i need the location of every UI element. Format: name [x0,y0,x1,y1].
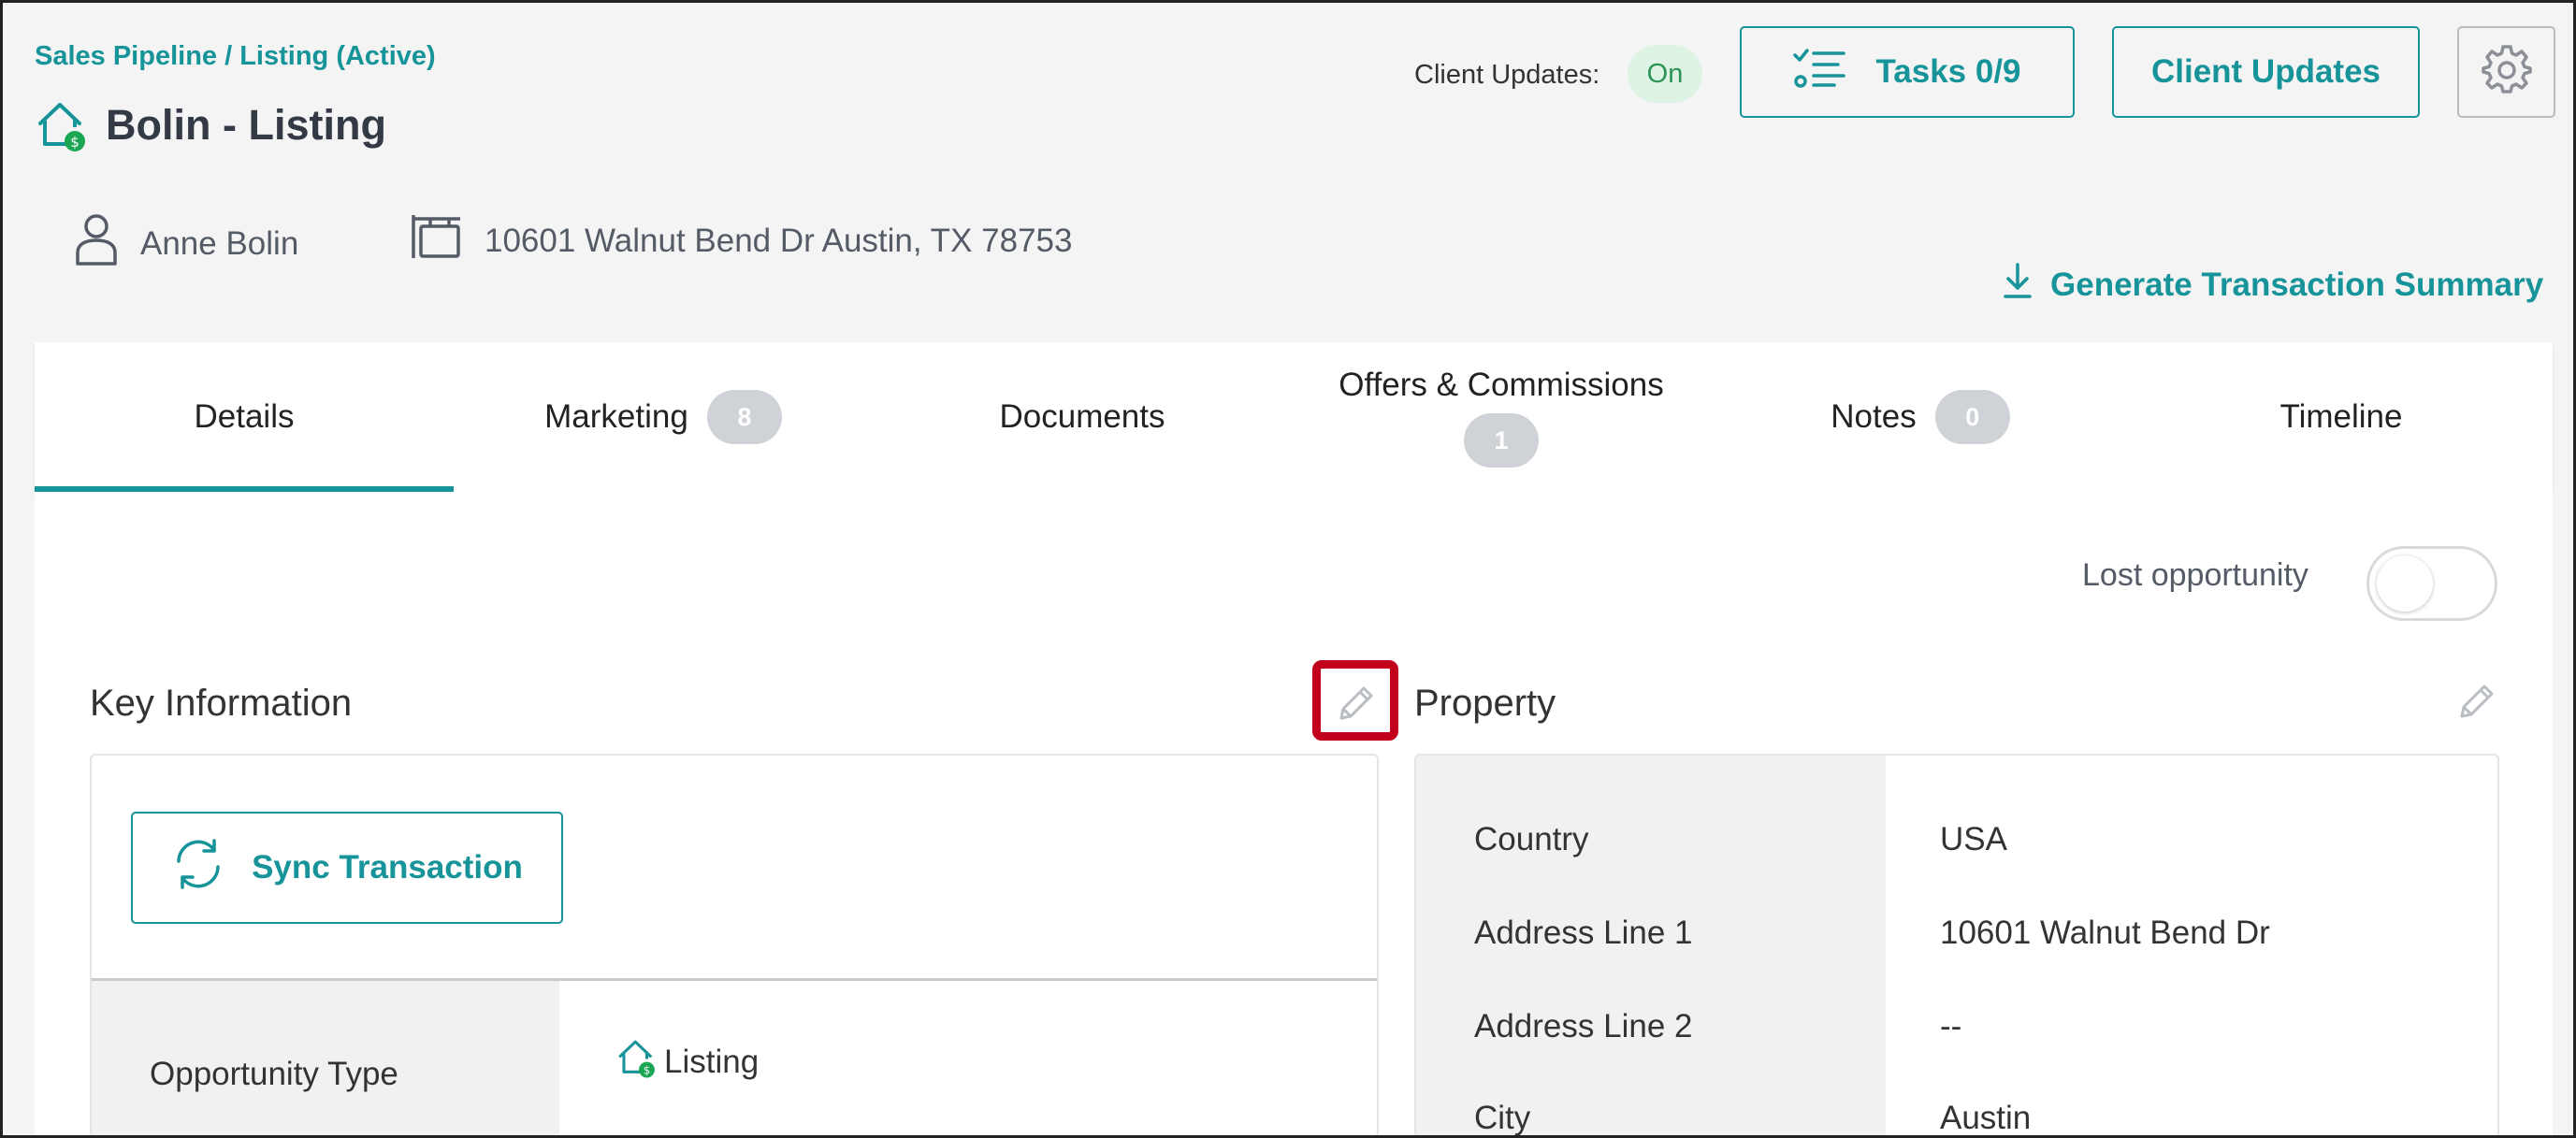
sync-transaction-button[interactable]: Sync Transaction [131,812,563,924]
house-dollar-icon: $ [615,1036,657,1088]
property-address: 10601 Walnut Bend Dr Austin, TX 78753 [485,222,1073,259]
page-title-row: $ Bolin - Listing [35,97,386,153]
breadcrumb-separator: / [217,41,240,71]
tab-marketing[interactable]: Marketing 8 [454,342,873,492]
client-updates-status-badge[interactable]: On [1628,45,1702,103]
tab-label: Offers & Commissions [1339,367,1664,403]
breadcrumb-current[interactable]: Listing (Active) [239,41,435,71]
client-name: Anne Bolin [140,224,299,262]
offers-count-badge: 1 [1464,413,1539,468]
opportunity-type-label: Opportunity Type [150,1056,398,1092]
edit-highlight-marker [1312,660,1398,741]
svg-text:$: $ [644,1064,650,1077]
address-line-1-value: 10601 Walnut Bend Dr [1940,915,2270,951]
generate-transaction-summary-label: Generate Transaction Summary [2050,266,2544,303]
property-address-header: 10601 Walnut Bend Dr Austin, TX 78753 [410,213,1072,268]
tab-notes[interactable]: Notes 0 [1711,342,2130,492]
client-contact[interactable]: Anne Bolin [75,213,298,274]
sync-icon [171,837,225,900]
toggle-knob [2377,555,2433,612]
tab-label: Notes [1831,398,1917,435]
sign-icon [410,213,462,268]
lost-opportunity-toggle[interactable] [2366,546,2497,621]
generate-transaction-summary-link[interactable]: Generate Transaction Summary [2002,262,2543,308]
download-icon [2002,262,2033,308]
page-title: Bolin - Listing [106,101,386,149]
house-dollar-icon: $ [35,97,87,153]
client-updates-button[interactable]: Client Updates [2112,26,2420,118]
tab-label: Timeline [2279,398,2403,435]
address-line-2-value: -- [1940,1008,1962,1044]
client-updates-label: Client Updates: [1414,60,1600,90]
pencil-icon[interactable] [2454,679,2499,724]
address-line-2-label: Address Line 2 [1474,1008,1693,1044]
tasks-button[interactable]: Tasks 0/9 [1740,26,2075,118]
tab-timeline[interactable]: Timeline [2130,342,2553,492]
sync-transaction-label: Sync Transaction [252,849,523,886]
tasks-button-label: Tasks 0/9 [1875,53,2021,90]
tab-bar: Details Marketing 8 Documents Offers & Co… [35,342,2553,492]
property-card: Country USA Address Line 1 10601 Walnut … [1414,754,2499,1138]
tab-offers-commissions[interactable]: Offers & Commissions 1 [1292,342,1711,492]
country-label: Country [1474,821,1589,857]
notes-count-badge: 0 [1934,390,2010,444]
settings-button[interactable] [2457,26,2555,118]
marketing-count-badge: 8 [706,390,782,444]
tab-label: Marketing [544,398,688,435]
city-label: City [1474,1100,1531,1136]
client-updates-button-label: Client Updates [2150,53,2381,90]
tab-label: Documents [999,398,1165,435]
property-title: Property [1414,683,1556,724]
city-value: Austin [1940,1100,2032,1136]
key-row-label-cell: Opportunity Type [92,981,559,1136]
gear-icon [2481,44,2532,100]
opportunity-type-value: $ Listing [615,1036,759,1088]
key-information-title: Key Information [90,683,353,724]
svg-text:$: $ [70,134,80,151]
breadcrumb-root[interactable]: Sales Pipeline [35,41,217,71]
opportunity-type-text: Listing [664,1043,760,1080]
key-information-card: Sync Transaction Opportunity Type $ List… [90,754,1379,1138]
breadcrumb: Sales Pipeline / Listing (Active) [35,41,436,72]
tab-label: Details [194,398,295,435]
tab-documents[interactable]: Documents [873,342,1292,492]
address-line-1-label: Address Line 1 [1474,915,1693,951]
person-icon [75,213,118,274]
tasks-checklist-icon [1793,48,1846,97]
country-value: USA [1940,821,2007,857]
lost-opportunity-label: Lost opportunity [2082,557,2308,593]
tab-details[interactable]: Details [35,342,454,492]
